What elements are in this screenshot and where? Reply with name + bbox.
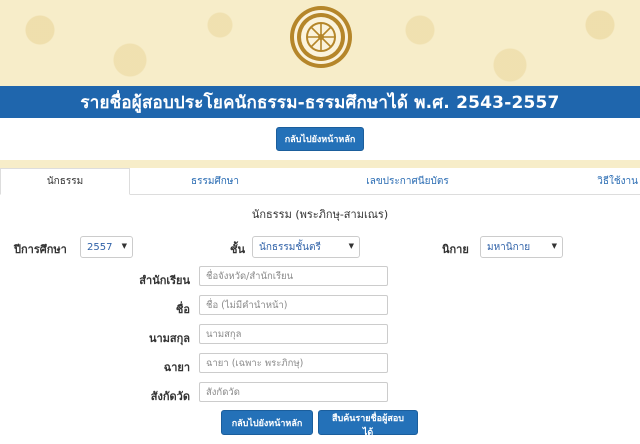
page-title-bar: รายชื่อผู้สอบประโยคนักธรรม-ธรรมศึกษาได้ …: [0, 86, 640, 118]
monk-name-label: ฉายา: [163, 361, 190, 374]
surname-label: นามสกุล: [148, 332, 190, 345]
school-input[interactable]: [199, 266, 388, 286]
section-title: นักธรรม (พระภิกษุ-สามเณร): [251, 208, 389, 221]
header-banner: [0, 0, 640, 86]
sect-select[interactable]: มหานิกาย ▼: [480, 236, 563, 258]
caret-down-icon: ▼: [348, 242, 354, 250]
tab-how-to-use[interactable]: วิธีใช้งาน: [515, 168, 640, 194]
name-input[interactable]: [199, 295, 388, 315]
caret-down-icon: ▼: [121, 242, 127, 250]
sect-select-value: มหานิกาย: [487, 241, 531, 253]
year-select-value: 2557: [87, 241, 113, 253]
back-to-main-button[interactable]: กลับไปยังหน้าหลัก: [221, 410, 313, 435]
level-label: ชั้น: [230, 243, 245, 256]
temple-label: สังกัดวัด: [150, 390, 190, 403]
tab-bar: นักธรรม ธรรมศึกษา เลขประกาศนียบัตร วิธีใ…: [0, 168, 640, 195]
level-select[interactable]: นักธรรมชั้นตรี ▼: [252, 236, 360, 258]
tab-certificate-number[interactable]: เลขประกาศนียบัตร: [300, 168, 515, 194]
dharma-wheel-seal-logo: [290, 6, 352, 68]
tab-tham-suksa[interactable]: ธรรมศึกษา: [130, 168, 300, 194]
school-label: สำนักเรียน: [139, 274, 190, 287]
level-select-value: นักธรรมชั้นตรี: [259, 241, 321, 253]
surname-input[interactable]: [199, 324, 388, 344]
top-action-bar: กลับไปยังหน้าหลัก: [0, 118, 640, 160]
page-title: รายชื่อผู้สอบประโยคนักธรรม-ธรรมศึกษาได้ …: [80, 92, 560, 113]
divider-strip: [0, 160, 640, 168]
tab-nak-tham[interactable]: นักธรรม: [0, 168, 130, 195]
monk-name-input[interactable]: [199, 353, 388, 373]
sect-label: นิกาย: [442, 243, 469, 256]
temple-input[interactable]: [199, 382, 388, 402]
caret-down-icon: ▼: [551, 242, 557, 250]
name-label: ชื่อ: [175, 303, 190, 316]
year-label: ปีการศึกษา: [14, 243, 67, 256]
search-button[interactable]: สืบค้นรายชื่อผู้สอบได้: [318, 410, 418, 438]
year-select[interactable]: 2557 ▼: [80, 236, 133, 258]
back-to-main-button-top[interactable]: กลับไปยังหน้าหลัก: [275, 127, 365, 151]
